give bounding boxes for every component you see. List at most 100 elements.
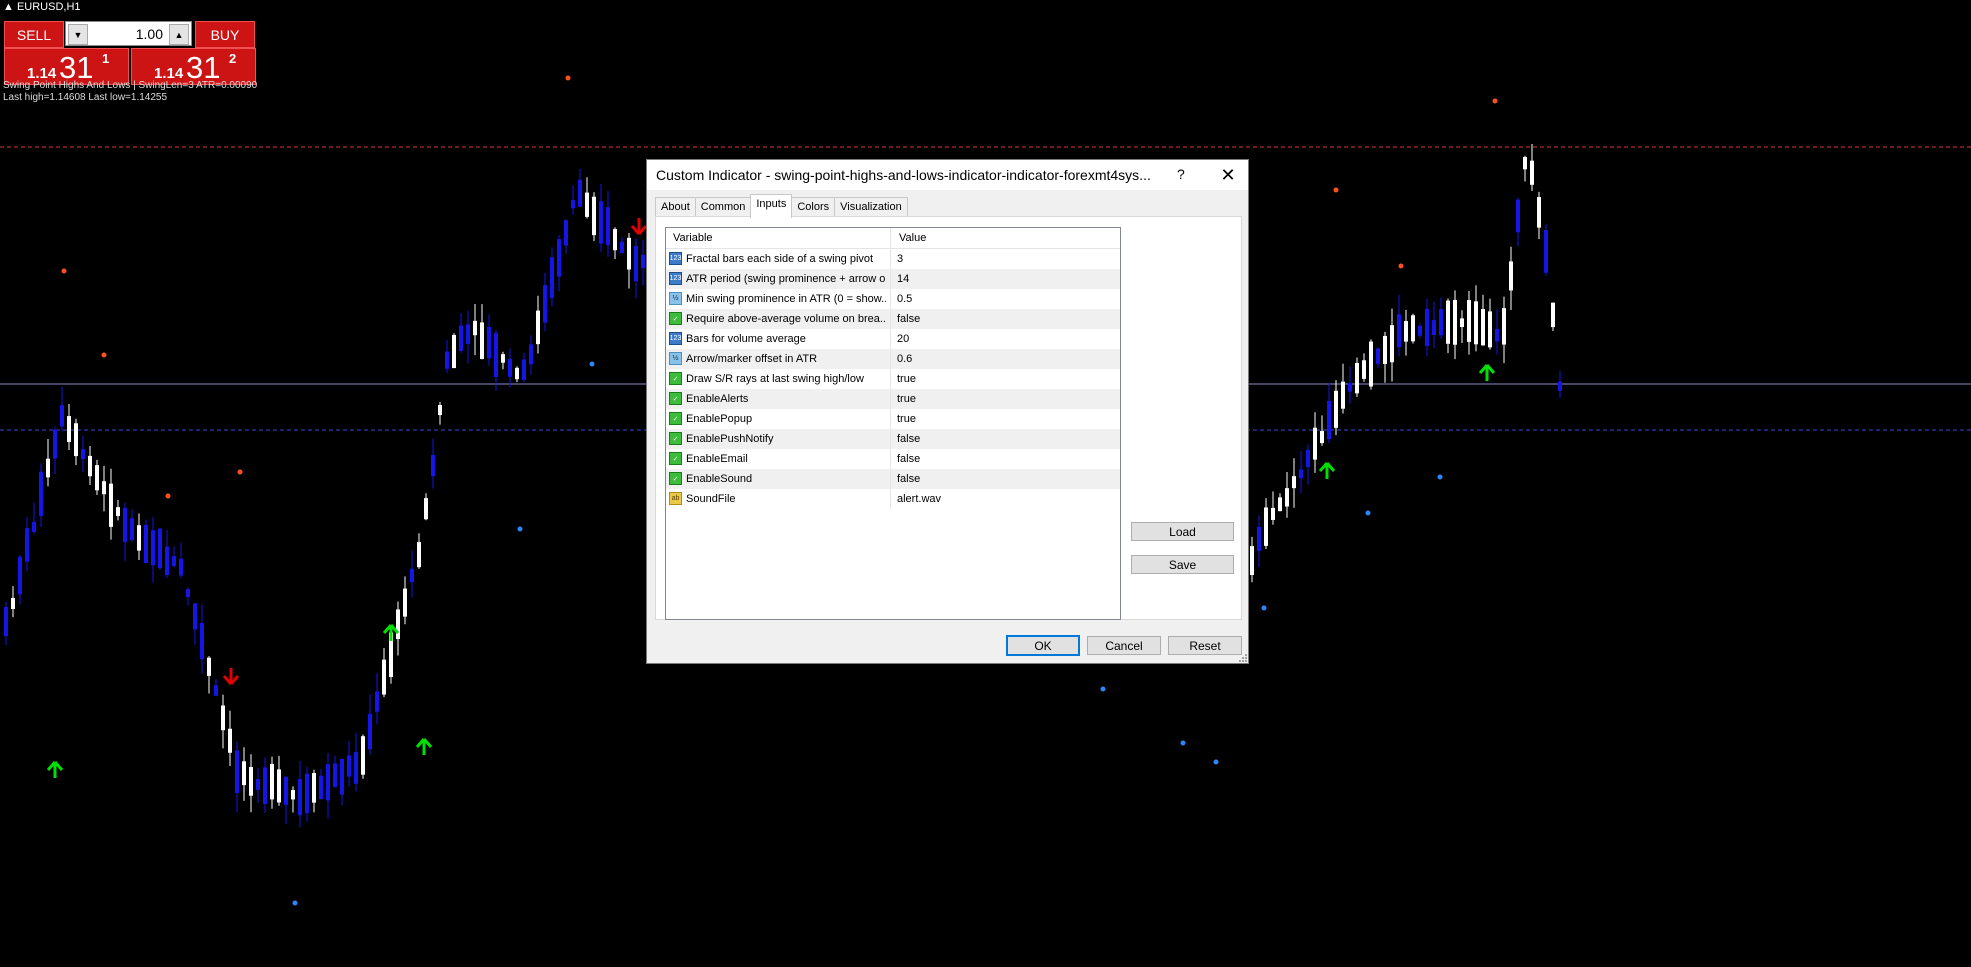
swing-high-dot bbox=[565, 75, 571, 81]
bear-candle bbox=[214, 685, 218, 696]
lot-decrease-button[interactable]: ▼ bbox=[68, 24, 88, 45]
value-cell[interactable]: 3 bbox=[897, 253, 903, 265]
bear-candle bbox=[1306, 449, 1310, 468]
bear-candle bbox=[18, 556, 22, 595]
table-row[interactable]: ✓ EnableAlerts true bbox=[666, 389, 1120, 409]
table-row[interactable]: 123 Bars for volume average 20 bbox=[666, 329, 1120, 349]
dialog-title-bar[interactable]: Custom Indicator - swing-point-highs-and… bbox=[647, 160, 1248, 190]
bull-candle bbox=[11, 597, 15, 609]
bull-candle bbox=[291, 790, 295, 800]
resize-grip-icon[interactable] bbox=[1237, 652, 1247, 662]
value-cell[interactable]: true bbox=[897, 373, 916, 385]
bear-candle bbox=[550, 257, 554, 299]
table-row[interactable]: 123 Fractal bars each side of a swing piv… bbox=[666, 249, 1120, 269]
column-header-value[interactable]: Value bbox=[892, 228, 1120, 248]
bull-candle bbox=[438, 405, 442, 416]
bool-type-icon: ✓ bbox=[669, 312, 682, 325]
bear-candle bbox=[305, 773, 309, 814]
lot-size-input[interactable] bbox=[88, 25, 169, 43]
reset-button[interactable]: Reset bbox=[1168, 636, 1242, 655]
bear-candle bbox=[543, 285, 547, 323]
bull-candle bbox=[1292, 476, 1296, 489]
bear-candle bbox=[1397, 314, 1401, 348]
bear-candle bbox=[522, 359, 526, 380]
value-cell[interactable]: 20 bbox=[897, 333, 909, 345]
table-row[interactable]: ✓ Draw S/R rays at last swing high/low tru… bbox=[666, 369, 1120, 389]
tab-visualization[interactable]: Visualization bbox=[834, 197, 908, 218]
dbl-type-icon: ½ bbox=[669, 352, 682, 365]
value-cell[interactable]: true bbox=[897, 393, 916, 405]
bull-candle bbox=[361, 736, 365, 775]
close-icon[interactable]: ✕ bbox=[1213, 162, 1243, 188]
lot-increase-button[interactable]: ▲ bbox=[169, 24, 189, 45]
table-row[interactable]: ✓ EnableEmail false bbox=[666, 449, 1120, 469]
table-row[interactable]: ✓ EnablePopup true bbox=[666, 409, 1120, 429]
bear-candle bbox=[466, 324, 470, 344]
bear-candle bbox=[340, 759, 344, 795]
indicator-info-line-2: Last high=1.14608 Last low=1.14255 bbox=[3, 92, 168, 103]
bull-candle bbox=[1460, 318, 1464, 328]
tab-colors[interactable]: Colors bbox=[791, 197, 836, 218]
table-row[interactable]: 123 ATR period (swing prominence + arrow … bbox=[666, 269, 1120, 289]
tab-common[interactable]: Common bbox=[694, 197, 752, 218]
value-cell[interactable]: 0.6 bbox=[897, 353, 912, 365]
table-row[interactable]: ½ Arrow/marker offset in ATR 0.6 bbox=[666, 349, 1120, 369]
one-click-trading-panel: SELL ▼ ▲ BUY 1.14 31 1 1.14 31 2 bbox=[2, 21, 256, 85]
value-cell[interactable]: 0.5 bbox=[897, 293, 912, 305]
bull-candle bbox=[137, 525, 141, 551]
help-icon[interactable]: ? bbox=[1177, 166, 1185, 182]
value-cell[interactable]: alert.wav bbox=[897, 493, 941, 505]
swing-high-dot bbox=[101, 352, 107, 358]
bull-candle bbox=[515, 367, 519, 380]
bull-candle bbox=[221, 705, 225, 731]
variable-cell: 123 Fractal bars each side of a swing piv… bbox=[666, 249, 891, 269]
bear-candle bbox=[298, 779, 302, 816]
bool-type-icon: ✓ bbox=[669, 472, 682, 485]
symbol-label: EURUSD,H1 bbox=[16, 1, 81, 13]
variable-cell: ½ Min swing prominence in ATR (0 = show..… bbox=[666, 289, 891, 309]
load-button[interactable]: Load bbox=[1131, 522, 1234, 541]
bear-candle bbox=[354, 751, 358, 784]
save-button[interactable]: Save bbox=[1131, 555, 1234, 574]
chevron-up-icon: ▲ bbox=[174, 29, 184, 40]
value-cell[interactable]: false bbox=[897, 313, 920, 325]
variable-cell: ✓ EnablePopup bbox=[666, 409, 891, 429]
bull-candle bbox=[242, 761, 246, 786]
tab-inputs[interactable]: Inputs bbox=[750, 194, 793, 218]
bear-candle bbox=[564, 220, 568, 246]
swing-high-dot bbox=[237, 469, 243, 475]
table-row[interactable]: ½ Min swing prominence in ATR (0 = show..… bbox=[666, 289, 1120, 309]
table-row[interactable]: ab SoundFile alert.wav bbox=[666, 489, 1120, 509]
column-header-variable[interactable]: Variable bbox=[666, 228, 891, 248]
value-cell[interactable]: false bbox=[897, 433, 920, 445]
ok-button[interactable]: OK bbox=[1006, 635, 1080, 656]
variable-label: ATR period (swing prominence + arrow o..… bbox=[686, 273, 886, 285]
value-cell[interactable]: true bbox=[897, 413, 916, 425]
bear-candle bbox=[319, 775, 323, 800]
bull-candle bbox=[228, 728, 232, 753]
bull-candle bbox=[95, 465, 99, 491]
bear-candle bbox=[193, 603, 197, 630]
lot-size-box: ▼ ▲ bbox=[65, 21, 192, 46]
variable-label: Min swing prominence in ATR (0 = show... bbox=[686, 293, 886, 305]
value-cell[interactable]: false bbox=[897, 473, 920, 485]
swing-low-dot bbox=[1213, 759, 1219, 765]
bear-candle bbox=[571, 200, 575, 209]
value-cell[interactable]: false bbox=[897, 453, 920, 465]
inputs-grid[interactable]: Variable Value 123 Fractal bars each side… bbox=[665, 227, 1121, 620]
bull-candle bbox=[501, 354, 505, 363]
swing-high-dot bbox=[61, 268, 67, 274]
sell-button[interactable]: SELL bbox=[4, 21, 64, 48]
value-cell[interactable]: 14 bbox=[897, 273, 909, 285]
table-row[interactable]: ✓ EnableSound false bbox=[666, 469, 1120, 489]
cancel-button[interactable]: Cancel bbox=[1087, 636, 1161, 655]
bear-candle bbox=[578, 179, 582, 207]
swing-low-dot bbox=[1100, 686, 1106, 692]
buy-button[interactable]: BUY bbox=[195, 21, 255, 48]
tab-about[interactable]: About bbox=[655, 197, 696, 218]
swing-high-dot bbox=[1398, 263, 1404, 269]
table-row[interactable]: ✓ EnablePushNotify false bbox=[666, 429, 1120, 449]
bull-candle bbox=[396, 609, 400, 640]
table-row[interactable]: ✓ Require above-average volume on brea...… bbox=[666, 309, 1120, 329]
bear-candle bbox=[1257, 526, 1261, 551]
